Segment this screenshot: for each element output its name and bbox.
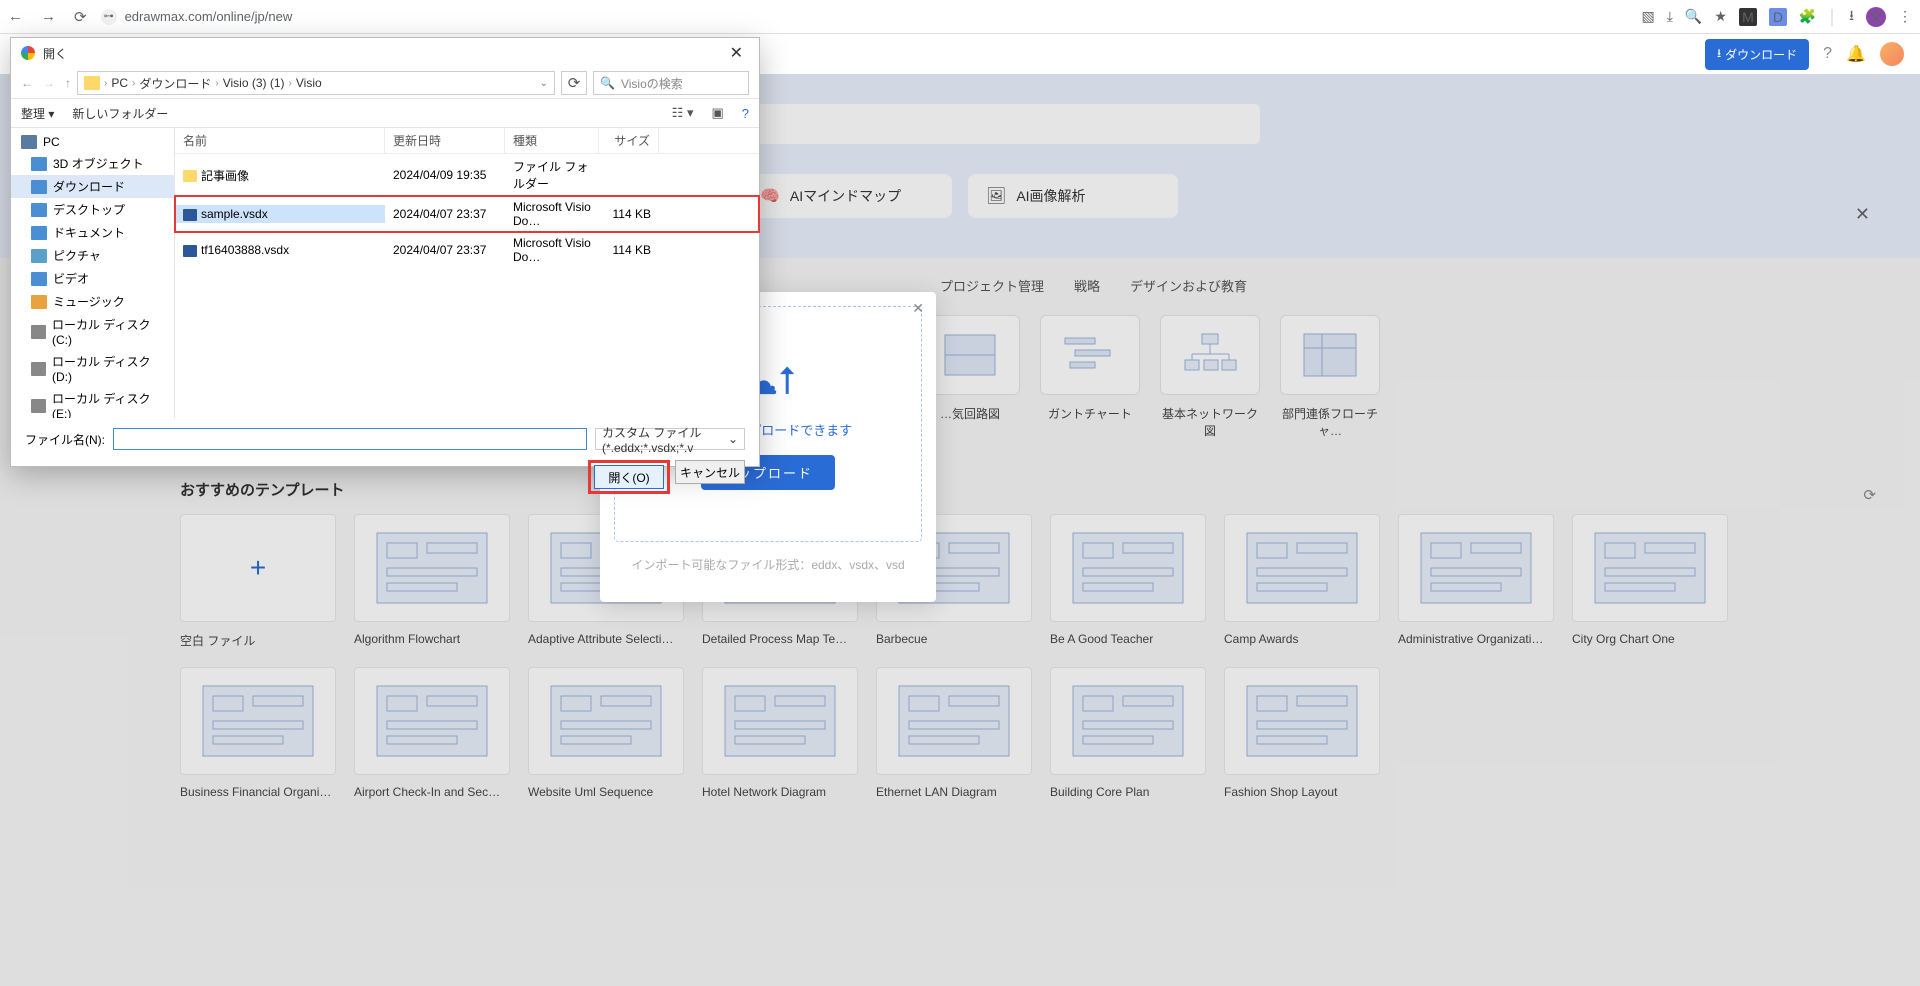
- col-type[interactable]: 種類: [505, 128, 599, 153]
- search-icon: 🔍: [600, 76, 615, 90]
- extensions-icon[interactable]: 🧩: [1799, 8, 1816, 25]
- user-avatar[interactable]: [1880, 42, 1904, 66]
- back-icon[interactable]: ←: [8, 8, 23, 25]
- file-list: 名前 更新日時 種類 サイズ 記事画像2024/04/09 19:35ファイル …: [175, 128, 759, 418]
- zoom-icon[interactable]: 🔍: [1685, 8, 1702, 25]
- organize-menu[interactable]: 整理 ▾: [21, 105, 54, 122]
- file-row[interactable]: 記事画像2024/04/09 19:35ファイル フォルダー: [175, 154, 759, 196]
- file-row[interactable]: sample.vsdx2024/04/07 23:37Microsoft Vis…: [175, 196, 759, 232]
- open-button[interactable]: 開く(O): [594, 465, 664, 489]
- path-refresh-icon[interactable]: ⟳: [561, 71, 587, 95]
- cancel-button[interactable]: キャンセル: [675, 460, 745, 484]
- site-info-icon[interactable]: ⊶: [101, 9, 117, 25]
- nav-fwd-icon[interactable]: →: [43, 76, 55, 90]
- chevron-down-icon[interactable]: ⌄: [540, 78, 548, 89]
- close-icon[interactable]: ✕: [912, 300, 924, 317]
- folder-icon: [84, 76, 100, 90]
- file-row[interactable]: tf16403888.vsdx2024/04/07 23:37Microsoft…: [175, 232, 759, 268]
- downloads-icon[interactable]: ⭳: [1849, 5, 1854, 29]
- window-close-icon[interactable]: ✕: [724, 43, 749, 63]
- breadcrumb[interactable]: ›PC ›ダウンロード ›Visio (3) (1) ›Visio ⌄: [77, 71, 555, 95]
- reload-icon[interactable]: ⟳: [74, 8, 87, 26]
- profile-avatar[interactable]: 文: [1866, 7, 1886, 27]
- col-name[interactable]: 名前: [175, 128, 385, 153]
- install-icon[interactable]: ⤓: [1667, 8, 1673, 25]
- preview-pane-icon[interactable]: ▣: [711, 105, 723, 121]
- dialog-search-input[interactable]: 🔍Visioの検索: [593, 71, 749, 95]
- dialog-title: 開く: [43, 45, 67, 62]
- highlight-open: 開く(O): [588, 460, 670, 494]
- file-open-dialog: 開く ✕ ← → ↑ ›PC ›ダウンロード ›Visio (3) (1) ›V…: [10, 37, 760, 467]
- divider: │: [1828, 9, 1837, 25]
- ext-d-icon[interactable]: D: [1769, 8, 1787, 26]
- new-folder-button[interactable]: 新しいフォルダー: [72, 105, 168, 122]
- kebab-icon[interactable]: ⋮: [1898, 8, 1912, 25]
- address-bar[interactable]: ⊶ edrawmax.com/online/jp/new: [101, 9, 293, 25]
- nav-up-icon[interactable]: ↑: [65, 76, 71, 90]
- url-text: edrawmax.com/online/jp/new: [125, 9, 293, 24]
- chevron-down-icon: ⌄: [728, 432, 738, 446]
- tree-node-downloads: ダウンロード: [11, 175, 174, 198]
- bookmark-icon[interactable]: ★: [1714, 8, 1727, 25]
- col-size[interactable]: サイズ: [599, 128, 659, 153]
- nav-back-icon[interactable]: ←: [21, 76, 33, 90]
- filetype-dropdown[interactable]: カスタム ファイル (*.eddx;*.vsdx;*.v⌄: [595, 428, 745, 450]
- download-button[interactable]: ⭳ ダウンロード: [1705, 39, 1809, 70]
- supported-formats: インポート可能なファイル形式：eddx、vsdx、vsd: [614, 556, 922, 573]
- cast-icon[interactable]: ▧: [1641, 8, 1654, 25]
- filename-label: ファイル名(N):: [25, 431, 105, 448]
- folder-tree[interactable]: PC 3D オブジェクト ダウンロード デスクトップ ドキュメント ピクチャ ビ…: [11, 128, 175, 418]
- bell-icon[interactable]: 🔔: [1846, 44, 1866, 64]
- col-date[interactable]: 更新日時: [385, 128, 505, 153]
- chrome-icon: [21, 46, 35, 60]
- browser-toolbar: ← → ⟳ ⊶ edrawmax.com/online/jp/new ▧ ⤓ 🔍…: [0, 0, 1920, 34]
- dialog-help-icon[interactable]: ?: [742, 106, 749, 121]
- forward-icon[interactable]: →: [41, 8, 56, 25]
- view-mode-icon[interactable]: ☷ ▾: [672, 105, 694, 121]
- ext-m-icon[interactable]: M: [1739, 8, 1757, 26]
- filename-input[interactable]: [113, 428, 587, 450]
- help-icon[interactable]: ?: [1823, 45, 1832, 63]
